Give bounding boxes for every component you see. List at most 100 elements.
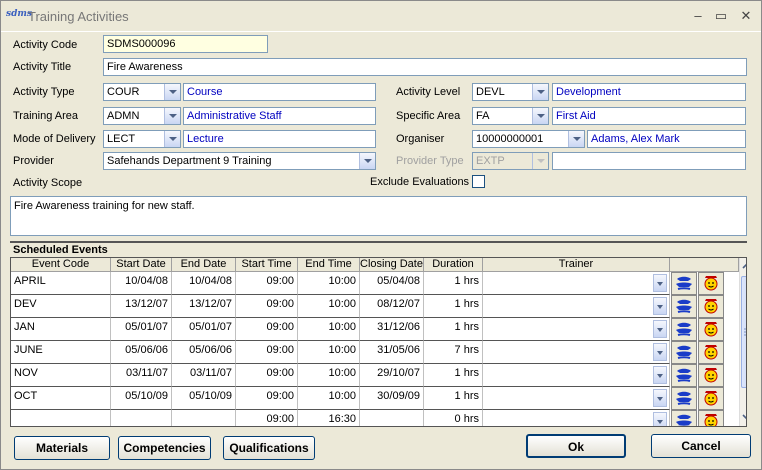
trainer-dropdown-icon[interactable] xyxy=(653,366,667,384)
cell-end-date[interactable]: 05/10/09 xyxy=(172,387,236,410)
cell-trainer[interactable] xyxy=(483,341,670,364)
cell-duration[interactable]: 1 hrs xyxy=(424,318,483,341)
cell-closing-date[interactable]: 08/12/07 xyxy=(360,295,424,318)
cell-closing-date[interactable]: 29/10/07 xyxy=(360,364,424,387)
exclude-evaluations-checkbox[interactable] xyxy=(472,175,485,188)
trainer-dropdown-icon[interactable] xyxy=(653,297,667,315)
trainer-lookup-icon[interactable] xyxy=(671,341,697,364)
cell-start-time[interactable]: 09:00 xyxy=(236,272,298,295)
cell-trainer[interactable] xyxy=(483,295,670,318)
cell-trainer[interactable] xyxy=(483,410,670,426)
cell-duration[interactable]: 1 hrs xyxy=(424,387,483,410)
activity-code-field[interactable]: SDMS000096 xyxy=(103,35,268,53)
organiser-select[interactable]: 10000000001 xyxy=(472,130,585,148)
activity-title-field[interactable]: Fire Awareness xyxy=(103,58,747,76)
cell-closing-date[interactable]: 31/05/06 xyxy=(360,341,424,364)
cell-start-date[interactable]: 05/06/06 xyxy=(111,341,172,364)
trainer-dropdown-icon[interactable] xyxy=(653,274,667,292)
cell-end-date[interactable]: 13/12/07 xyxy=(172,295,236,318)
cell-duration[interactable]: 0 hrs xyxy=(424,410,483,426)
cell-end-date[interactable] xyxy=(172,410,236,426)
cell-start-date[interactable] xyxy=(111,410,172,426)
cell-event-code[interactable]: NOV xyxy=(11,364,111,387)
cell-closing-date[interactable]: 05/04/08 xyxy=(360,272,424,295)
ok-button[interactable]: Ok xyxy=(526,434,626,458)
cell-start-time[interactable]: 09:00 xyxy=(236,341,298,364)
chevron-down-icon[interactable] xyxy=(164,84,180,100)
scrollbar-thumb[interactable] xyxy=(741,276,746,388)
chevron-down-icon[interactable] xyxy=(532,108,548,124)
cell-end-date[interactable]: 10/04/08 xyxy=(172,272,236,295)
cell-end-date[interactable]: 03/11/07 xyxy=(172,364,236,387)
cell-event-code[interactable]: APRIL xyxy=(11,272,111,295)
trainer-dropdown-icon[interactable] xyxy=(653,389,667,407)
activity-scope-textarea[interactable]: Fire Awareness training for new staff. xyxy=(10,196,747,236)
chevron-down-icon[interactable] xyxy=(532,84,548,100)
trainer-lookup-icon[interactable] xyxy=(671,387,697,410)
cell-closing-date[interactable] xyxy=(360,410,424,426)
trainer-dropdown-icon[interactable] xyxy=(653,343,667,361)
cell-start-date[interactable]: 05/10/09 xyxy=(111,387,172,410)
smiley-face-icon[interactable] xyxy=(698,410,724,426)
smiley-face-icon[interactable] xyxy=(698,318,724,341)
provider-select[interactable]: Safehands Department 9 Training xyxy=(103,152,376,170)
cell-end-time[interactable]: 10:00 xyxy=(298,272,360,295)
cell-duration[interactable]: 1 hrs xyxy=(424,364,483,387)
trainer-lookup-icon[interactable] xyxy=(671,318,697,341)
cell-start-date[interactable]: 13/12/07 xyxy=(111,295,172,318)
cell-event-code[interactable]: JAN xyxy=(11,318,111,341)
cell-end-date[interactable]: 05/01/07 xyxy=(172,318,236,341)
mode-of-delivery-select[interactable]: LECT xyxy=(103,130,181,148)
close-icon[interactable]: ✕ xyxy=(739,9,753,23)
cell-start-date[interactable]: 05/01/07 xyxy=(111,318,172,341)
cell-start-time[interactable]: 09:00 xyxy=(236,364,298,387)
maximize-icon[interactable]: ▭ xyxy=(714,9,728,23)
cell-trainer[interactable] xyxy=(483,272,670,295)
competencies-button[interactable]: Competencies xyxy=(118,436,211,460)
cell-end-time[interactable]: 10:00 xyxy=(298,387,360,410)
smiley-face-icon[interactable] xyxy=(698,341,724,364)
cell-duration[interactable]: 7 hrs xyxy=(424,341,483,364)
cell-trainer[interactable] xyxy=(483,364,670,387)
cell-end-time[interactable]: 10:00 xyxy=(298,318,360,341)
cell-end-time[interactable]: 16:30 xyxy=(298,410,360,426)
cell-start-time[interactable]: 09:00 xyxy=(236,410,298,426)
cell-closing-date[interactable]: 31/12/06 xyxy=(360,318,424,341)
cell-end-date[interactable]: 05/06/06 xyxy=(172,341,236,364)
cell-start-date[interactable]: 10/04/08 xyxy=(111,272,172,295)
cell-closing-date[interactable]: 30/09/09 xyxy=(360,387,424,410)
cell-event-code[interactable]: JUNE xyxy=(11,341,111,364)
cell-start-time[interactable]: 09:00 xyxy=(236,387,298,410)
cell-start-time[interactable]: 09:00 xyxy=(236,295,298,318)
trainer-lookup-icon[interactable] xyxy=(671,364,697,387)
cell-event-code[interactable] xyxy=(11,410,111,426)
cell-start-date[interactable]: 03/11/07 xyxy=(111,364,172,387)
minimize-icon[interactable]: – xyxy=(691,9,705,23)
vertical-scrollbar[interactable] xyxy=(739,258,746,426)
cell-duration[interactable]: 1 hrs xyxy=(424,295,483,318)
cell-trainer[interactable] xyxy=(483,318,670,341)
trainer-dropdown-icon[interactable] xyxy=(653,412,667,426)
trainer-lookup-icon[interactable] xyxy=(671,295,697,318)
chevron-down-icon[interactable] xyxy=(568,131,584,147)
materials-button[interactable]: Materials xyxy=(14,436,110,460)
qualifications-button[interactable]: Qualifications xyxy=(223,436,315,460)
scroll-up-icon[interactable] xyxy=(742,261,746,271)
cell-trainer[interactable] xyxy=(483,387,670,410)
chevron-down-icon[interactable] xyxy=(164,108,180,124)
training-area-select[interactable]: ADMN xyxy=(103,107,181,125)
cancel-button[interactable]: Cancel xyxy=(651,434,751,458)
trainer-dropdown-icon[interactable] xyxy=(653,320,667,338)
cell-duration[interactable]: 1 hrs xyxy=(424,272,483,295)
trainer-lookup-icon[interactable] xyxy=(671,410,697,426)
chevron-down-icon[interactable] xyxy=(164,131,180,147)
chevron-down-icon[interactable] xyxy=(359,153,375,169)
smiley-face-icon[interactable] xyxy=(698,387,724,410)
cell-end-time[interactable]: 10:00 xyxy=(298,364,360,387)
activity-type-select[interactable]: COUR xyxy=(103,83,181,101)
trainer-lookup-icon[interactable] xyxy=(671,272,697,295)
cell-end-time[interactable]: 10:00 xyxy=(298,341,360,364)
specific-area-select[interactable]: FA xyxy=(472,107,549,125)
scroll-down-icon[interactable] xyxy=(742,412,746,422)
smiley-face-icon[interactable] xyxy=(698,364,724,387)
